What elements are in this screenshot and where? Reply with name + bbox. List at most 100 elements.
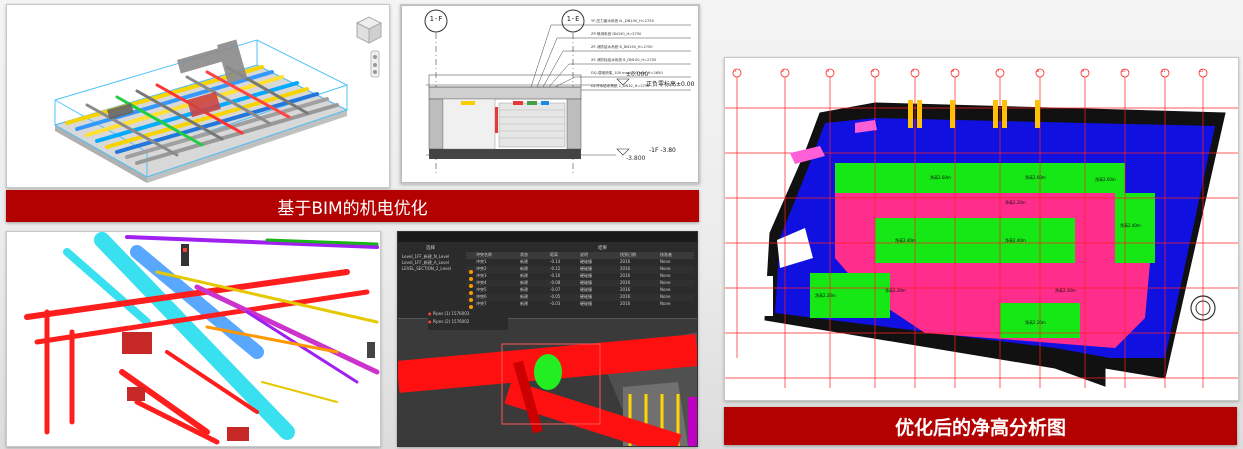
clearance-plan-map [725,58,1238,400]
table-row[interactable]: 冲突3 新建 -0.10 硬碰撞 2016 None [466,273,694,288]
zone-label: 净高2.20m [1005,200,1026,205]
grid-bubble-label: 11 [1161,69,1166,73]
grid-bubble-label: 8 [1037,69,1040,73]
zone-label: 净高2.60m [1095,177,1116,182]
table-row[interactable]: 冲突1 新建 -0.14 硬碰撞 2016 None [466,259,694,274]
table-cell: None [660,259,671,264]
banner-title: 优化后的净高分析图 [894,416,1066,439]
view-cube-icon[interactable] [355,16,383,44]
clash-status-icon [466,273,476,288]
table-cell: 新建 [520,301,528,306]
zone-label: 净高2.60m [930,175,951,180]
table-cell: 2016 [620,301,631,306]
table-cell: -0.10 [550,273,561,278]
clash-item-label: Pipes (1) 1576003 [432,311,470,316]
table-cell: -0.03 [550,301,561,306]
table-row[interactable]: 冲突2 新建 -0.12 硬碰撞 2016 None [466,266,694,281]
level-top-value: ±0.000 [626,71,649,78]
clash-items-panel: ● Pipes (1) 1576003 ● Pipes (2) 1576002 [428,310,508,330]
navigation-bar-icon[interactable] [370,50,380,78]
results-header-cell[interactable]: 找到日期 [620,252,660,259]
grid-bubble-label: 3 [827,69,830,73]
clash-status-icon [466,287,476,302]
grid-label-row: 1 2 3 4 5 6 7 8 9 10 11 12 [725,58,1238,78]
callout-text: XF-消防栓给水系统 8_DN100_H=2750 [591,58,657,62]
table-cell: 2016 [620,280,631,285]
zone-label: 净高2.20m [1055,288,1076,293]
table-row[interactable]: 冲突5 新建 -0.07 硬碰撞 2016 None [466,287,694,302]
zone-label: 净高2.40m [1120,223,1141,228]
pipe-3d-model-image [7,232,380,446]
table-cell: None [660,287,671,292]
table-cell: None [660,294,671,299]
table-cell: 硬碰撞 [580,294,592,299]
results-header-cell[interactable]: 冲突名称 [476,252,520,259]
zone-label: 净高2.20m [885,288,906,293]
results-header-row: 冲突名称 状态 距离 说明 找到日期 核准者 [466,252,694,259]
table-cell: 硬碰撞 [580,273,592,278]
table-cell: 2016 [620,273,631,278]
bim-3d-view-panel [6,4,390,188]
table-row[interactable]: 冲突4 新建 -0.08 硬碰撞 2016 None [466,280,694,295]
table-cell: 冲突5 [476,287,487,292]
table-cell: 2016 [620,287,631,292]
clash-detective-window: 选择 结果 Level_1FF_新建_N_Level Level_1FF_新建_… [398,232,697,319]
callout-text: ZF-消防给水系统 8_DN150_H=2750 [591,45,653,49]
table-cell: 硬碰撞 [580,287,592,292]
grid-label-1e: 1-E [566,15,580,23]
table-cell: 新建 [520,287,528,292]
selection-tree-item[interactable]: LEVEL_SECTION_2_Level [402,266,462,272]
zone-label: 净高2.20m [1025,320,1046,325]
window-titlebar [398,232,697,242]
clearance-analysis-banner: 优化后的净高分析图 [724,407,1237,445]
clash-item[interactable]: ● Pipes (1) 1576003 [428,310,508,318]
table-cell: 硬碰撞 [580,280,592,285]
table-cell: None [660,266,671,271]
clash-item[interactable]: ● Pipes (2) 1576002 [428,318,508,326]
callout-text: ZP-喷淋系统 DN150_H=2750 [591,32,642,36]
clash-item-label: Pipes (2) 1576002 [432,319,470,324]
table-cell: 冲突3 [476,273,487,278]
results-header-cell[interactable]: 说明 [580,252,620,259]
table-cell: 硬碰撞 [580,266,592,271]
grid-bubble-label: 10 [1121,69,1126,73]
clash-status-icon [466,266,476,281]
table-cell: -0.08 [550,280,561,285]
callout-text: YF-压力废水系统 N._DN100_H=2750 [591,19,654,23]
grid-bubble-label: 1 [734,69,737,73]
table-row[interactable]: 冲突6 新建 -0.05 硬碰撞 2016 None [466,294,694,309]
table-cell: None [660,273,671,278]
clearance-analysis-panel: 1 2 3 4 5 6 7 8 9 10 11 12 净高2.60m 净高2.6… [724,57,1239,401]
bim-optimization-banner: 基于BIM的机电优化 [6,190,699,222]
clash-status-icon [466,259,476,274]
zone-label: 净高2.20m [815,293,836,298]
zone-label: 净高2.60m [1025,175,1046,180]
table-cell: 新建 [520,294,528,299]
results-header-cell[interactable]: 距离 [550,252,580,259]
grid-label-1f: 1-F [429,15,443,23]
table-cell: 2016 [620,266,631,271]
grid-bubble-label: 2 [782,69,785,73]
results-header-cell[interactable]: 核准者 [660,252,694,259]
selection-tree: Level_1FF_新建_N_Level Level_1FF_新建_A_Leve… [402,254,462,272]
table-cell: -0.14 [550,259,561,264]
table-row[interactable]: 冲突7 新建 -0.03 硬碰撞 2016 None [466,301,694,316]
grid-bubble-label: 6 [952,69,955,73]
clash-status-icon [466,301,476,316]
level-top-label: 正负零标高±0.00 [646,81,695,88]
table-cell: None [660,280,671,285]
clash-detection-panel: 选择 结果 Level_1FF_新建_N_Level Level_1FF_新建_… [397,231,698,447]
zone-label: 净高2.40m [895,238,916,243]
selection-panel-title: 选择 [426,246,435,251]
grid-bubble-label: 5 [912,69,915,73]
bim-3d-model-image [53,16,383,183]
table-cell: None [660,301,671,306]
table-cell: 2016 [620,294,631,299]
banner-title: 基于BIM的机电优化 [277,198,428,219]
clash-status-icon [466,280,476,295]
results-header-cell[interactable]: 状态 [520,252,550,259]
results-panel-title: 结果 [598,246,607,251]
table-cell: 硬碰撞 [580,259,592,264]
table-cell: 冲突1 [476,259,487,264]
table-cell: 新建 [520,273,528,278]
